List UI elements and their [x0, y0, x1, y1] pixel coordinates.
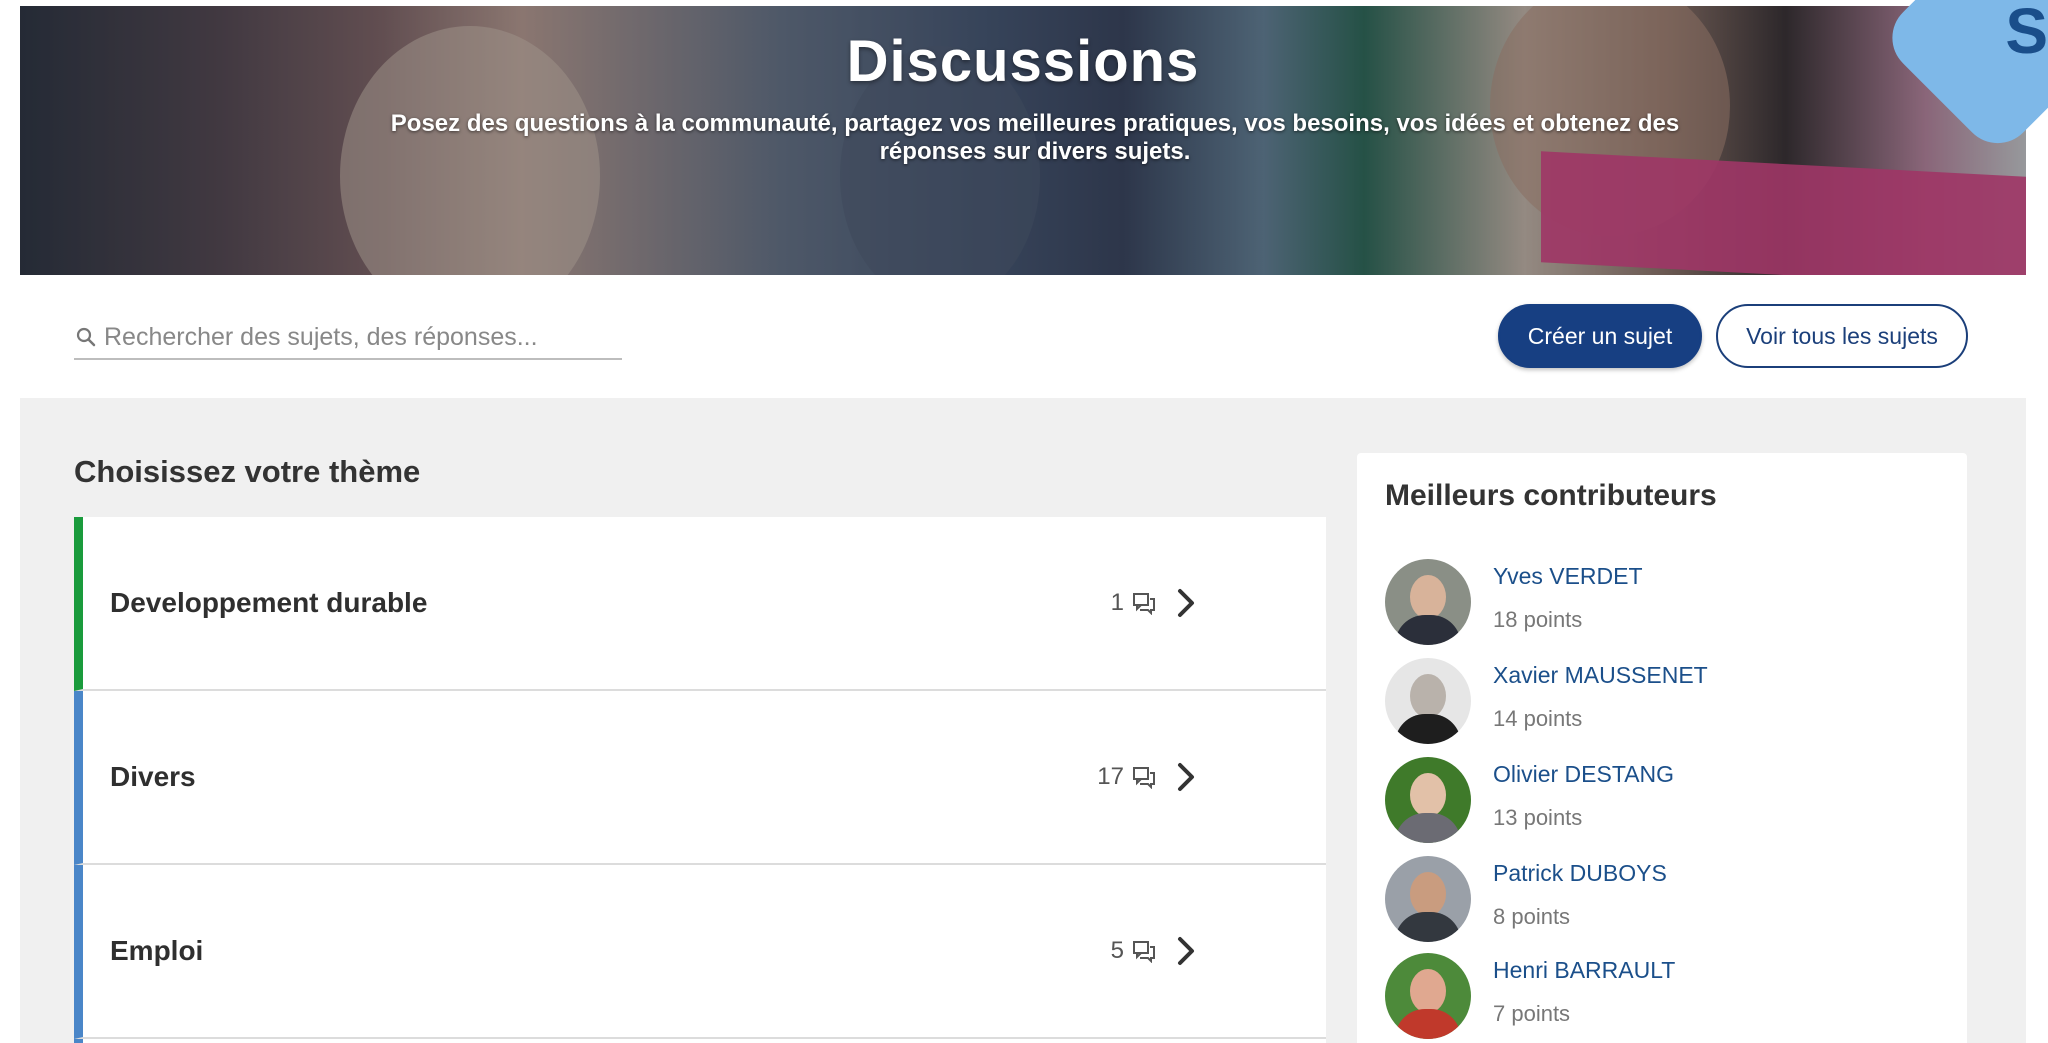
- top-contributors-card: Meilleurs contributeurs Yves VERDET 18 p…: [1357, 453, 1967, 1043]
- contributor-points: 13 points: [1493, 805, 1583, 830]
- contributor-item: Yves VERDET 18 points: [1385, 559, 1945, 649]
- contributor-name-link[interactable]: Patrick DUBOYS: [1493, 860, 1667, 887]
- chevron-right-icon[interactable]: [1174, 587, 1198, 619]
- page-subtitle-line-1: Posez des questions à la communauté, par…: [390, 110, 1680, 137]
- chevron-right-icon[interactable]: [1174, 935, 1198, 967]
- contributor-name-link[interactable]: Henri BARRAULT: [1493, 957, 1675, 984]
- page-subtitle: Posez des questions à la communauté, par…: [235, 110, 1835, 166]
- avatar-face: [1410, 969, 1446, 1013]
- comments-icon: [1133, 593, 1155, 615]
- avatar-body: [1395, 714, 1461, 744]
- contributor-item: Patrick DUBOYS 8 points: [1385, 856, 1945, 946]
- contributor-item: Henri BARRAULT 7 points: [1385, 953, 1945, 1043]
- theme-name: Developpement durable: [110, 587, 428, 618]
- theme-name: Emploi: [110, 935, 204, 966]
- avatar[interactable]: [1385, 559, 1471, 645]
- contributor-item: Xavier MAUSSENET 14 points: [1385, 658, 1945, 748]
- avatar-body: [1395, 813, 1461, 843]
- avatar-face: [1410, 674, 1446, 718]
- theme-item-emploi[interactable]: Emploi 5: [74, 865, 1326, 1039]
- theme-item-partial[interactable]: [74, 1039, 1326, 1043]
- comments-icon: [1133, 767, 1155, 789]
- avatar-face: [1410, 773, 1446, 817]
- theme-item-developpement-durable[interactable]: Developpement durable 1: [74, 517, 1326, 691]
- view-all-topics-button[interactable]: Voir tous les sujets: [1716, 304, 1968, 368]
- corner-badge-letter: S: [2005, 0, 2048, 67]
- theme-name: Divers: [110, 761, 196, 792]
- theme-topic-count: 5: [1111, 937, 1156, 965]
- avatar-face: [1410, 575, 1446, 619]
- top-contributors-title: Meilleurs contributeurs: [1385, 479, 1717, 512]
- contributor-name-link[interactable]: Olivier DESTANG: [1493, 761, 1674, 788]
- contributor-points: 7 points: [1493, 1001, 1571, 1026]
- create-topic-button[interactable]: Créer un sujet: [1498, 304, 1702, 368]
- theme-topic-count: 1: [1111, 589, 1156, 617]
- search-icon: [76, 327, 96, 347]
- themes-list: Developpement durable 1 Divers 17 Emploi…: [74, 517, 1326, 1043]
- avatar-face: [1410, 872, 1446, 916]
- contributor-points: 14 points: [1493, 706, 1583, 731]
- avatar[interactable]: [1385, 856, 1471, 942]
- search-bar: [74, 316, 622, 360]
- page-title: Discussions: [846, 29, 1200, 94]
- contributor-name-link[interactable]: Yves VERDET: [1493, 563, 1643, 590]
- avatar[interactable]: [1385, 757, 1471, 843]
- contributor-points: 8 points: [1493, 904, 1571, 929]
- contributor-points: 18 points: [1493, 607, 1583, 632]
- theme-count-value: 5: [1110, 937, 1124, 964]
- page-subtitle-line-2: réponses sur divers sujets.: [879, 138, 1191, 165]
- avatar[interactable]: [1385, 953, 1471, 1039]
- theme-count-value: 1: [1110, 589, 1124, 616]
- avatar-body: [1395, 1009, 1461, 1039]
- theme-count-value: 17: [1097, 763, 1124, 790]
- contributor-name-link[interactable]: Xavier MAUSSENET: [1493, 662, 1708, 689]
- theme-topic-count: 17: [1097, 763, 1156, 791]
- themes-section-title: Choisissez votre thème: [74, 454, 421, 489]
- hero-banner: Discussions Posez des questions à la com…: [20, 6, 2026, 275]
- theme-item-divers[interactable]: Divers 17: [74, 691, 1326, 865]
- avatar-body: [1395, 615, 1461, 645]
- comments-icon: [1133, 941, 1155, 963]
- chevron-right-icon[interactable]: [1174, 761, 1198, 793]
- contributor-item: Olivier DESTANG 13 points: [1385, 757, 1945, 847]
- avatar[interactable]: [1385, 658, 1471, 744]
- avatar-body: [1395, 912, 1461, 942]
- search-input[interactable]: [104, 322, 604, 352]
